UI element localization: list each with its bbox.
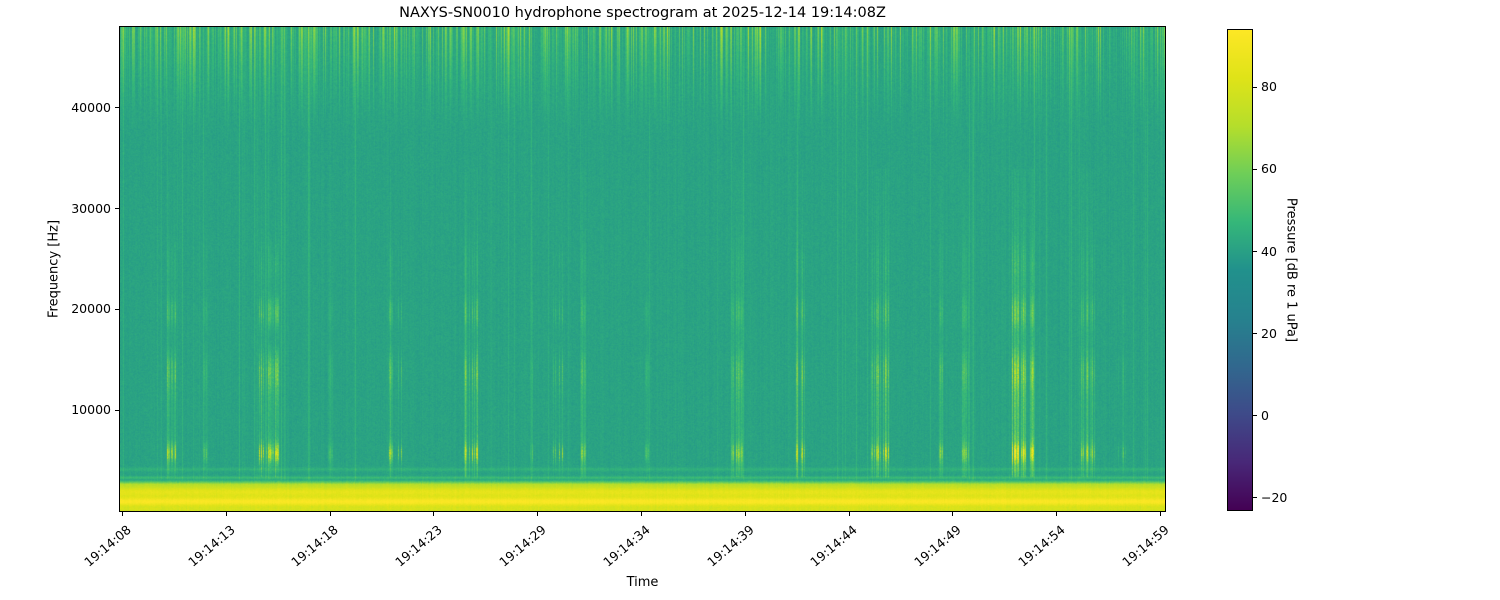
x-axis-label: Time — [626, 575, 659, 590]
colorbar-tick-label: 80 — [1261, 79, 1277, 95]
x-tick-label: 19:14:44 — [731, 519, 861, 570]
x-tick-mark — [744, 512, 746, 516]
x-tick-label: 19:14:59 — [1042, 519, 1172, 570]
y-tick-mark — [115, 308, 119, 310]
x-tick-mark — [848, 512, 850, 516]
colorbar-tick-mark — [1253, 333, 1257, 335]
x-tick-mark — [225, 512, 227, 516]
colorbar-tick-label: 60 — [1261, 161, 1277, 177]
x-tick-label: 19:14:49 — [834, 519, 964, 570]
x-tick-mark — [1160, 512, 1161, 516]
colorbar-tick-mark — [1253, 415, 1257, 417]
x-tick-mark — [433, 512, 435, 516]
spectrogram-figure: NAXYS-SN0010 hydrophone spectrogram at 2… — [0, 0, 1500, 600]
colorbar-label: Pressure [dB re 1 uPa] — [1283, 197, 1299, 343]
x-tick-mark — [537, 512, 539, 516]
y-tick-mark — [115, 208, 119, 209]
spectrogram-heatmap — [120, 27, 1165, 511]
x-tick-label: 19:14:54 — [938, 519, 1068, 570]
x-tick-label: 19:14:13 — [108, 519, 238, 570]
x-tick-label: 19:14:18 — [212, 519, 342, 570]
colorbar-tick-mark — [1253, 251, 1257, 253]
y-tick-label: 10000 — [71, 402, 111, 418]
colorbar-tick-mark — [1253, 168, 1257, 170]
x-tick-mark — [952, 512, 954, 516]
y-axis-label: Frequency [Hz] — [46, 219, 62, 319]
y-tick-label: 30000 — [71, 200, 111, 216]
plot-area — [119, 26, 1166, 512]
x-tick-mark — [641, 512, 642, 516]
y-tick-label: 40000 — [71, 99, 111, 115]
colorbar-tick-mark — [1253, 86, 1257, 88]
colorbar-tick-label: −20 — [1261, 489, 1288, 505]
colorbar-tick-mark — [1253, 497, 1257, 499]
x-tick-mark — [1056, 512, 1058, 516]
y-tick-mark — [115, 409, 119, 411]
y-tick-mark — [115, 107, 119, 109]
x-tick-label: 19:14:23 — [315, 519, 445, 570]
colorbar-tick-label: 0 — [1261, 407, 1269, 423]
plot-title: NAXYS-SN0010 hydrophone spectrogram at 2… — [399, 5, 886, 21]
x-tick-mark — [329, 512, 331, 516]
x-tick-label: 19:14:29 — [419, 519, 549, 570]
x-tick-label: 19:14:08 — [4, 519, 134, 570]
x-tick-mark — [122, 512, 123, 516]
x-tick-label: 19:14:34 — [523, 519, 653, 570]
colorbar — [1227, 29, 1253, 511]
x-tick-label-text: 19:14:59 — [1118, 522, 1172, 570]
x-tick-label: 19:14:39 — [627, 519, 757, 570]
